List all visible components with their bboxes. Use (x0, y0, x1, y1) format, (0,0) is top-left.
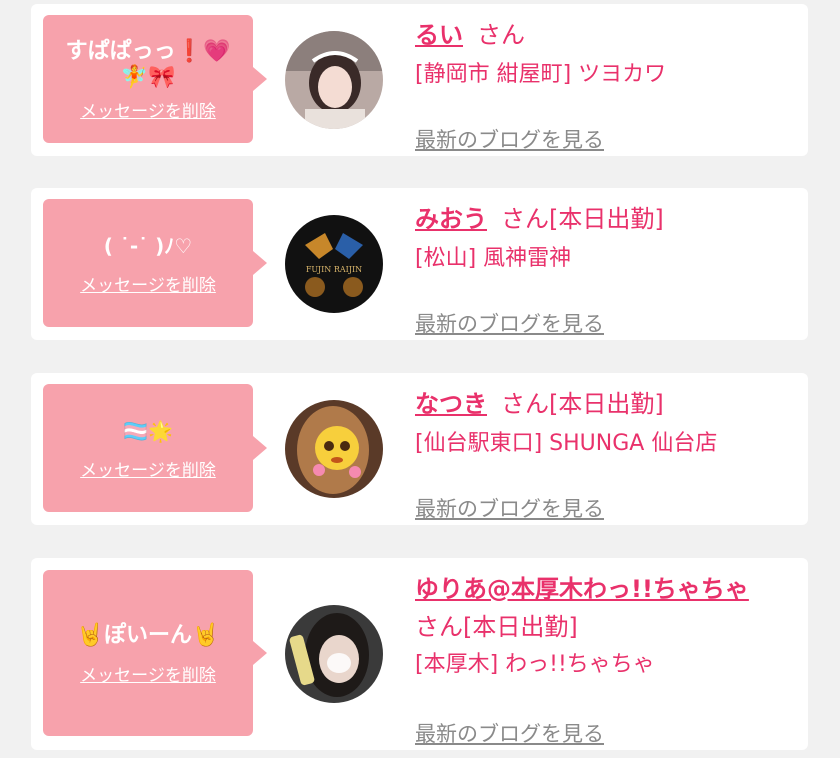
san-label: さん (415, 613, 463, 641)
profile-name-link[interactable]: るい (415, 21, 463, 49)
latest-blog-link[interactable]: 最新のブログを見る (415, 308, 604, 338)
shop-name: [静岡市 紺屋町] ツヨカワ (415, 62, 667, 87)
san-label: さん (501, 390, 549, 418)
message-bubble: 🏳️‍⚧️🌟 メッセージを削除 (43, 384, 267, 512)
san-label: さん (477, 21, 525, 49)
profile-info: なつき さん[本日出勤] [仙台駅東口] SHUNGA 仙台店 最新のブログを見る (415, 387, 796, 521)
message-text: 🏳️‍⚧️🌟 (123, 418, 173, 443)
profile-info: るい さん [静岡市 紺屋町] ツヨカワ 最新のブログを見る (415, 18, 796, 152)
profile-info: みおう さん[本日出勤] [松山] 風神雷神 最新のブログを見る (415, 202, 796, 336)
latest-blog-link[interactable]: 最新のブログを見る (415, 718, 604, 748)
message-text: ( ˙-˙ )ﾉ♡ (103, 233, 193, 258)
message-card: ( ˙-˙ )ﾉ♡ メッセージを削除 FUJIN RAIJIN みおう さん[本日… (31, 188, 808, 340)
latest-blog-link[interactable]: 最新のブログを見る (415, 124, 604, 154)
message-text-line2: 🧚🎀 (120, 64, 176, 90)
girl-portrait-icon (285, 31, 383, 129)
message-card: 🏳️‍⚧️🌟 メッセージを削除 なつき さん[本日出勤] [仙台駅東口] SHUN… (31, 373, 808, 525)
shop-name: [仙台駅東口] SHUNGA 仙台店 (415, 431, 718, 456)
logo-text: FUJIN RAIJIN (306, 265, 362, 274)
message-text: 🤘ぽいーん🤘 (76, 622, 220, 648)
latest-blog-link[interactable]: 最新のブログを見る (415, 493, 604, 523)
status-badge: [本日出勤] (549, 205, 664, 233)
profile-name-link[interactable]: みおう (415, 205, 487, 233)
message-bubble: 🤘ぽいーん🤘 メッセージを削除 (43, 570, 267, 736)
san-label: さん (501, 205, 549, 233)
status-badge: [本日出勤] (463, 613, 578, 641)
delete-message-link[interactable]: メッセージを削除 (80, 97, 216, 122)
avatar[interactable] (285, 605, 383, 703)
blurred-face-portrait-icon (285, 605, 383, 703)
message-card: すぱぱっっ❗💗 🧚🎀 メッセージを削除 るい さん [静岡市 紺屋町] ツヨカワ … (31, 4, 808, 156)
message-bubble: すぱぱっっ❗💗 🧚🎀 メッセージを削除 (43, 15, 267, 143)
fujin-raijin-logo-icon: FUJIN RAIJIN (285, 215, 383, 313)
status-badge: [本日出勤] (549, 390, 664, 418)
shop-name: [松山] 風神雷神 (415, 246, 572, 271)
delete-message-link[interactable]: メッセージを削除 (80, 456, 216, 481)
message-bubble: ( ˙-˙ )ﾉ♡ メッセージを削除 (43, 199, 267, 327)
message-card: 🤘ぽいーん🤘 メッセージを削除 ゆりあ@本厚木わっ!!ちゃちゃ さん[本日出勤]… (31, 558, 808, 750)
profile-info: ゆりあ@本厚木わっ!!ちゃちゃ さん[本日出勤] [本厚木] わっ!!ちゃちゃ … (415, 572, 796, 746)
profile-name-link[interactable]: なつき (415, 390, 487, 418)
delete-message-link[interactable]: メッセージを削除 (80, 661, 216, 686)
shop-name: [本厚木] わっ!!ちゃちゃ (415, 652, 655, 677)
delete-message-link[interactable]: メッセージを削除 (80, 271, 216, 296)
profile-name-link[interactable]: ゆりあ@本厚木わっ!!ちゃちゃ (415, 575, 749, 603)
emoji-covered-portrait-icon (285, 400, 383, 498)
avatar[interactable] (285, 31, 383, 129)
avatar[interactable] (285, 400, 383, 498)
avatar[interactable]: FUJIN RAIJIN (285, 215, 383, 313)
